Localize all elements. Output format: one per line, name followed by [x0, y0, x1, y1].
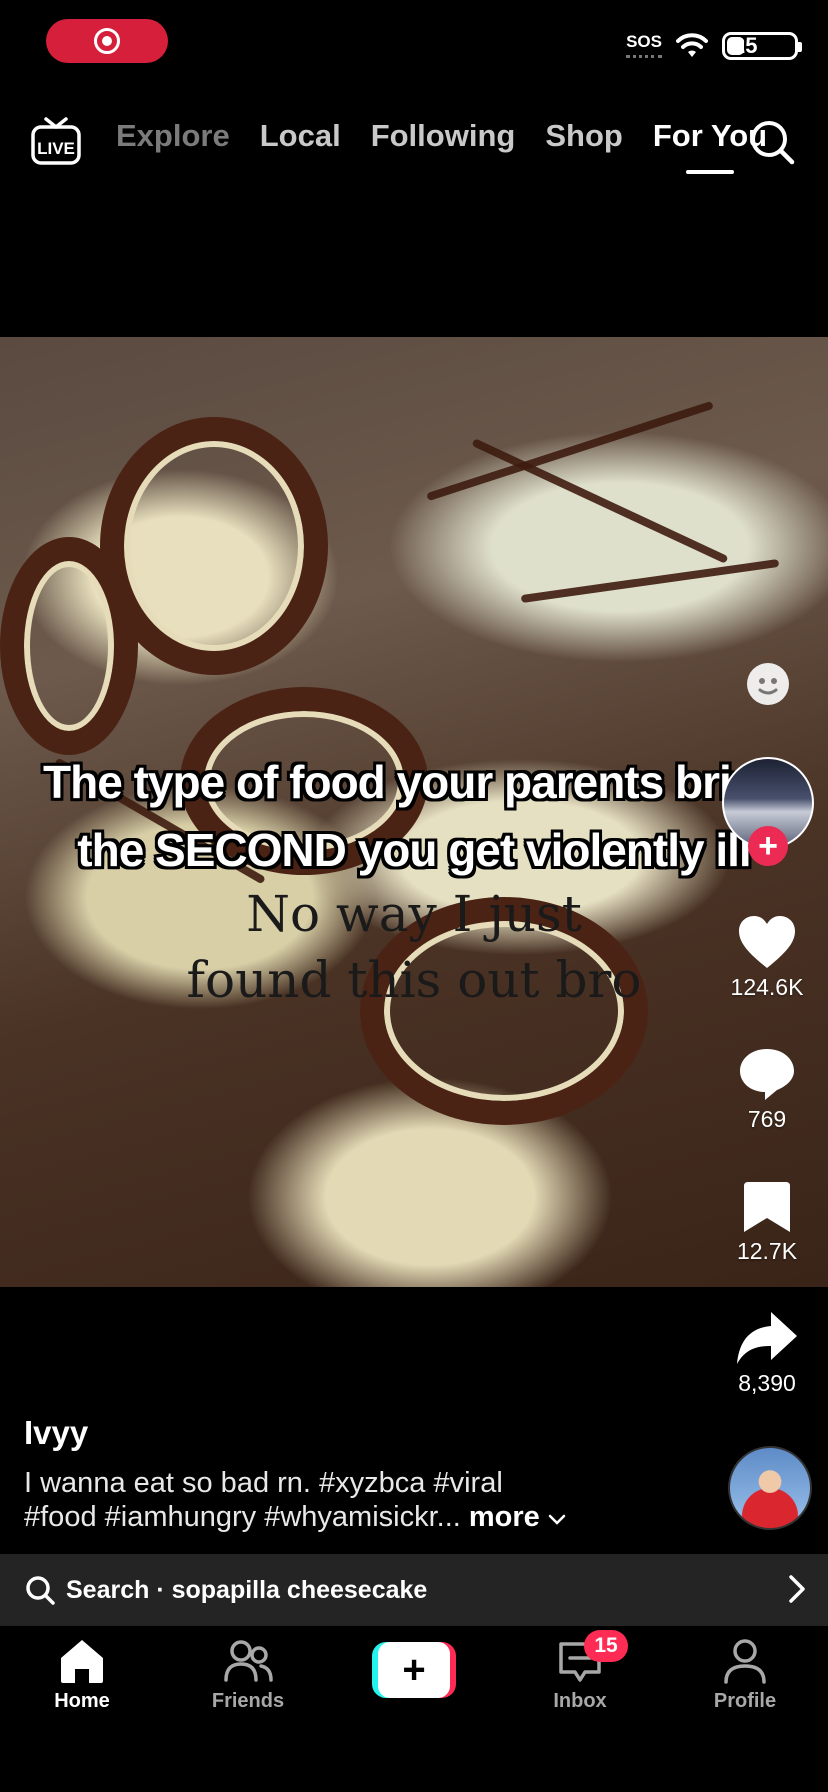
post-username[interactable]: Ivyy: [24, 1414, 88, 1452]
nav-inbox-label: Inbox: [553, 1690, 607, 1712]
crepe-roll: [0, 537, 138, 755]
home-icon: [61, 1640, 103, 1683]
nav-profile[interactable]: Profile: [685, 1636, 805, 1713]
tab-explore[interactable]: Explore: [116, 118, 230, 154]
video-overlay-text-line2: the SECOND you get violently ill: [77, 824, 751, 876]
status-bar-right: SOS 25: [626, 32, 802, 60]
heart-icon: [739, 916, 795, 968]
feed-tabs: Explore Local Following Shop For You: [116, 118, 767, 154]
search-suggestion-bar[interactable]: Search · sopapilla cheesecake: [0, 1554, 828, 1626]
video-player[interactable]: The type of food your parents bring the …: [0, 337, 828, 1287]
save-count: 12.7K: [736, 1238, 798, 1264]
nav-friends[interactable]: Friends: [188, 1636, 308, 1713]
screen-recording-indicator[interactable]: [46, 19, 168, 63]
bottom-navigation: Home Friends + Inbox 15 Profile: [0, 1626, 828, 1792]
record-icon: [94, 28, 120, 54]
share-count: 8,390: [738, 1370, 796, 1396]
tab-local[interactable]: Local: [260, 118, 341, 154]
chocolate-drizzle: [471, 438, 729, 564]
more-label: more: [468, 1501, 540, 1533]
like-count: 124.6K: [730, 974, 804, 1000]
nav-profile-label: Profile: [713, 1690, 777, 1712]
tab-following[interactable]: Following: [371, 118, 516, 154]
chevron-down-icon: [548, 1514, 566, 1525]
comment-button[interactable]: 769: [722, 1046, 812, 1133]
share-button[interactable]: 8,390: [722, 1310, 812, 1397]
battery-icon: 25: [722, 32, 802, 60]
comment-count: 769: [747, 1106, 787, 1132]
nav-friends-label: Friends: [211, 1690, 285, 1712]
video-overlay-text-line1: The type of food your parents bring: [43, 756, 786, 808]
description-line2: #food #iamhungry #whyamisickr...: [24, 1501, 461, 1533]
more-button[interactable]: more: [469, 1501, 566, 1533]
profile-icon: [724, 1639, 766, 1684]
inbox-badge: 15: [584, 1630, 628, 1662]
search-icon: [26, 1576, 55, 1605]
live-label: LIVE: [37, 139, 75, 158]
video-serif-text-line2: found this out bro: [186, 951, 642, 1009]
friends-icon: [224, 1640, 273, 1682]
tab-shop[interactable]: Shop: [545, 118, 623, 154]
search-suggestion-text: Search · sopapilla cheesecake: [66, 1575, 428, 1604]
live-icon[interactable]: LIVE: [30, 116, 82, 166]
search-icon[interactable]: [748, 118, 796, 166]
follow-plus-button[interactable]: +: [748, 826, 788, 866]
comment-icon: [740, 1049, 794, 1100]
wifi-icon: [676, 33, 708, 57]
battery-percent: 25: [733, 33, 758, 58]
sos-indicator: SOS: [626, 33, 662, 58]
share-arrow-icon: [737, 1312, 797, 1364]
plus-icon: +: [378, 1642, 450, 1698]
nav-home[interactable]: Home: [22, 1636, 142, 1713]
video-serif-text-line1: No way I just: [246, 885, 582, 943]
save-button[interactable]: 12.7K: [722, 1180, 812, 1265]
chocolate-drizzle: [520, 558, 780, 604]
sound-disc-avatar[interactable]: [728, 1446, 812, 1530]
description-line1: I wanna eat so bad rn. #xyzbca #viral: [24, 1467, 503, 1499]
chevron-right-icon: [789, 1575, 805, 1603]
bookmark-icon: [744, 1182, 790, 1232]
create-post-button[interactable]: +: [372, 1642, 456, 1698]
nav-home-label: Home: [54, 1690, 110, 1712]
like-button[interactable]: 124.6K: [722, 914, 812, 1001]
effect-face-icon[interactable]: [744, 660, 792, 708]
post-description[interactable]: I wanna eat so bad rn. #xyzbca #viral #f…: [24, 1466, 624, 1534]
